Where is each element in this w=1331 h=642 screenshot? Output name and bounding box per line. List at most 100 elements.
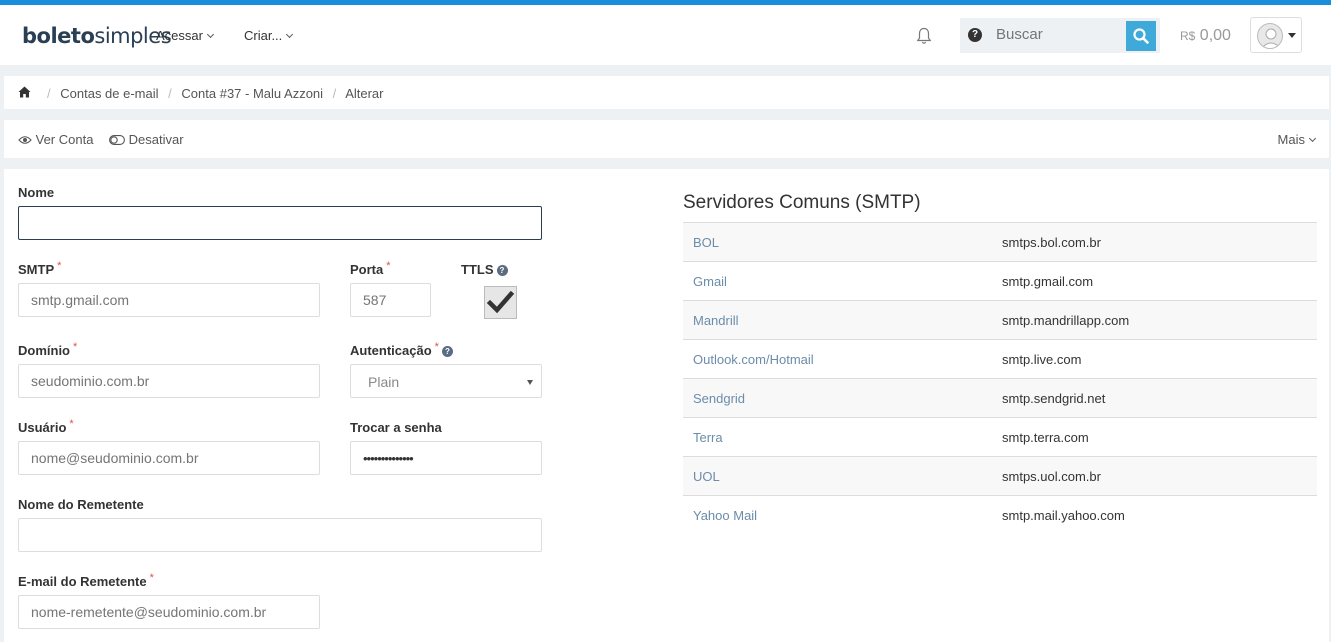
nome-label: Nome bbox=[18, 185, 55, 200]
checkmark-icon bbox=[486, 290, 515, 314]
avatar bbox=[1257, 23, 1283, 49]
smtp-label: SMTP * bbox=[18, 260, 62, 277]
server-name[interactable]: Sendgrid bbox=[683, 378, 992, 418]
caret-down-icon bbox=[1288, 33, 1296, 38]
server-name[interactable]: Terra bbox=[683, 417, 992, 457]
help-icon[interactable]: ? bbox=[441, 346, 453, 357]
caret-down-icon bbox=[527, 380, 533, 385]
email-remetente-label-text: E-mail do Remetente bbox=[18, 574, 147, 589]
dominio-label-text: Domínio bbox=[18, 343, 70, 358]
required-mark: * bbox=[69, 418, 74, 430]
smtp-servers-title: Servidores Comuns (SMTP) bbox=[683, 192, 921, 213]
dominio-label: Domínio * bbox=[18, 341, 78, 358]
chevron-down-icon bbox=[206, 30, 215, 39]
server-host: smtp.mail.yahoo.com bbox=[992, 495, 1317, 535]
usuario-label-text: Usuário bbox=[18, 420, 67, 435]
home-icon[interactable] bbox=[18, 86, 31, 98]
email-remetente-input[interactable] bbox=[18, 595, 320, 629]
server-name[interactable]: Gmail bbox=[683, 261, 992, 301]
bell-icon[interactable] bbox=[916, 27, 932, 45]
menu-acessar-label: Acessar bbox=[156, 28, 203, 43]
help-icon[interactable]: ? bbox=[496, 265, 508, 276]
breadcrumb-item-alterar: Alterar bbox=[345, 86, 384, 101]
toggle-off-icon bbox=[109, 135, 125, 145]
table-row: Outlook.com/Hotmail smtp.live.com bbox=[683, 339, 1317, 379]
action-bar: Ver Conta Desativar Mais bbox=[4, 120, 1329, 158]
server-host: smtps.bol.com.br bbox=[992, 222, 1317, 262]
chevron-down-icon bbox=[1308, 134, 1317, 143]
porta-label-text: Porta bbox=[350, 262, 384, 277]
table-row: Terra smtp.terra.com bbox=[683, 417, 1317, 457]
chevron-down-icon bbox=[286, 30, 294, 39]
usuario-input[interactable] bbox=[18, 441, 320, 475]
server-name[interactable]: Mandrill bbox=[683, 300, 992, 340]
desativar-link[interactable]: Desativar bbox=[109, 132, 184, 147]
menu-criar[interactable]: Criar... bbox=[244, 28, 294, 43]
server-host: smtp.gmail.com bbox=[992, 261, 1317, 301]
ver-conta-label: Ver Conta bbox=[35, 132, 94, 147]
search-button[interactable] bbox=[1126, 21, 1156, 51]
breadcrumb-item-conta[interactable]: Conta #37 - Malu Azzoni bbox=[181, 86, 323, 101]
ttls-label: TTLS? bbox=[461, 262, 508, 277]
ver-conta-link[interactable]: Ver Conta bbox=[18, 132, 93, 147]
required-mark: * bbox=[73, 341, 78, 353]
table-row: UOL smtps.uol.com.br bbox=[683, 456, 1317, 496]
table-row: Gmail smtp.gmail.com bbox=[683, 261, 1317, 301]
mais-dropdown[interactable]: Mais bbox=[1277, 132, 1317, 147]
server-name[interactable]: UOL bbox=[683, 456, 992, 496]
search-input[interactable] bbox=[996, 26, 1116, 43]
logo[interactable]: boletosimples bbox=[22, 24, 172, 48]
breadcrumb-separator: / bbox=[47, 86, 51, 101]
mais-label: Mais bbox=[1277, 132, 1305, 147]
autenticacao-label: Autenticação *? bbox=[350, 341, 453, 358]
eye-icon bbox=[18, 136, 32, 144]
balance[interactable]: R$ 0,00 bbox=[1180, 27, 1231, 45]
question-icon[interactable]: ? bbox=[968, 28, 982, 42]
navbar: boletosimples Acessar Criar... ? R$ 0,00 bbox=[0, 5, 1331, 65]
porta-label: Porta * bbox=[350, 260, 391, 277]
required-mark: * bbox=[434, 341, 439, 353]
breadcrumb-trail: / Contas de e-mail / Conta #37 - Malu Az… bbox=[41, 86, 384, 101]
email-remetente-label: E-mail do Remetente * bbox=[18, 572, 154, 589]
server-host: smtp.terra.com bbox=[992, 417, 1317, 457]
breadcrumb: / Contas de e-mail / Conta #37 - Malu Az… bbox=[4, 76, 1329, 109]
smtp-input[interactable] bbox=[18, 283, 320, 317]
dominio-input[interactable] bbox=[18, 364, 320, 398]
server-name[interactable]: BOL bbox=[683, 222, 992, 262]
required-mark: * bbox=[149, 572, 154, 584]
search-icon bbox=[1133, 28, 1149, 44]
autenticacao-value: Plain bbox=[368, 374, 400, 390]
autenticacao-select[interactable]: Plain bbox=[350, 364, 542, 398]
server-host: smtps.uol.com.br bbox=[992, 456, 1317, 496]
autenticacao-label-text: Autenticação bbox=[350, 343, 432, 358]
server-host: smtp.live.com bbox=[992, 339, 1317, 379]
desativar-label: Desativar bbox=[128, 132, 184, 147]
menu-criar-label: Criar... bbox=[244, 28, 283, 43]
usuario-label: Usuário * bbox=[18, 418, 74, 435]
breadcrumb-separator: / bbox=[332, 86, 337, 101]
table-row: BOL smtps.bol.com.br bbox=[683, 222, 1317, 262]
table-row: Mandrill smtp.mandrillapp.com bbox=[683, 300, 1317, 340]
server-host: smtp.sendgrid.net bbox=[992, 378, 1317, 418]
menu-acessar[interactable]: Acessar bbox=[156, 28, 215, 43]
trocar-senha-label: Trocar a senha bbox=[350, 420, 442, 435]
server-name[interactable]: Yahoo Mail bbox=[683, 495, 992, 535]
ttls-checkbox[interactable] bbox=[484, 286, 517, 319]
trocar-senha-input[interactable]: •••••••••••••• bbox=[350, 441, 542, 475]
remetente-input[interactable] bbox=[18, 518, 542, 552]
server-host: smtp.mandrillapp.com bbox=[992, 300, 1317, 340]
user-icon bbox=[1261, 28, 1281, 48]
nome-input[interactable] bbox=[18, 206, 542, 240]
server-name[interactable]: Outlook.com/Hotmail bbox=[683, 339, 992, 379]
logo-part1: boleto bbox=[22, 24, 95, 48]
breadcrumb-item-contas[interactable]: Contas de e-mail bbox=[60, 86, 158, 101]
required-mark: * bbox=[57, 260, 62, 272]
required-mark: * bbox=[386, 260, 391, 272]
balance-value: 0,00 bbox=[1199, 27, 1231, 44]
search-box: ? bbox=[960, 18, 1160, 53]
ttls-label-text: TTLS bbox=[461, 262, 494, 277]
breadcrumb-separator: / bbox=[168, 86, 172, 101]
porta-input[interactable] bbox=[350, 283, 431, 317]
user-menu-button[interactable] bbox=[1250, 17, 1302, 53]
smtp-label-text: SMTP bbox=[18, 262, 55, 277]
